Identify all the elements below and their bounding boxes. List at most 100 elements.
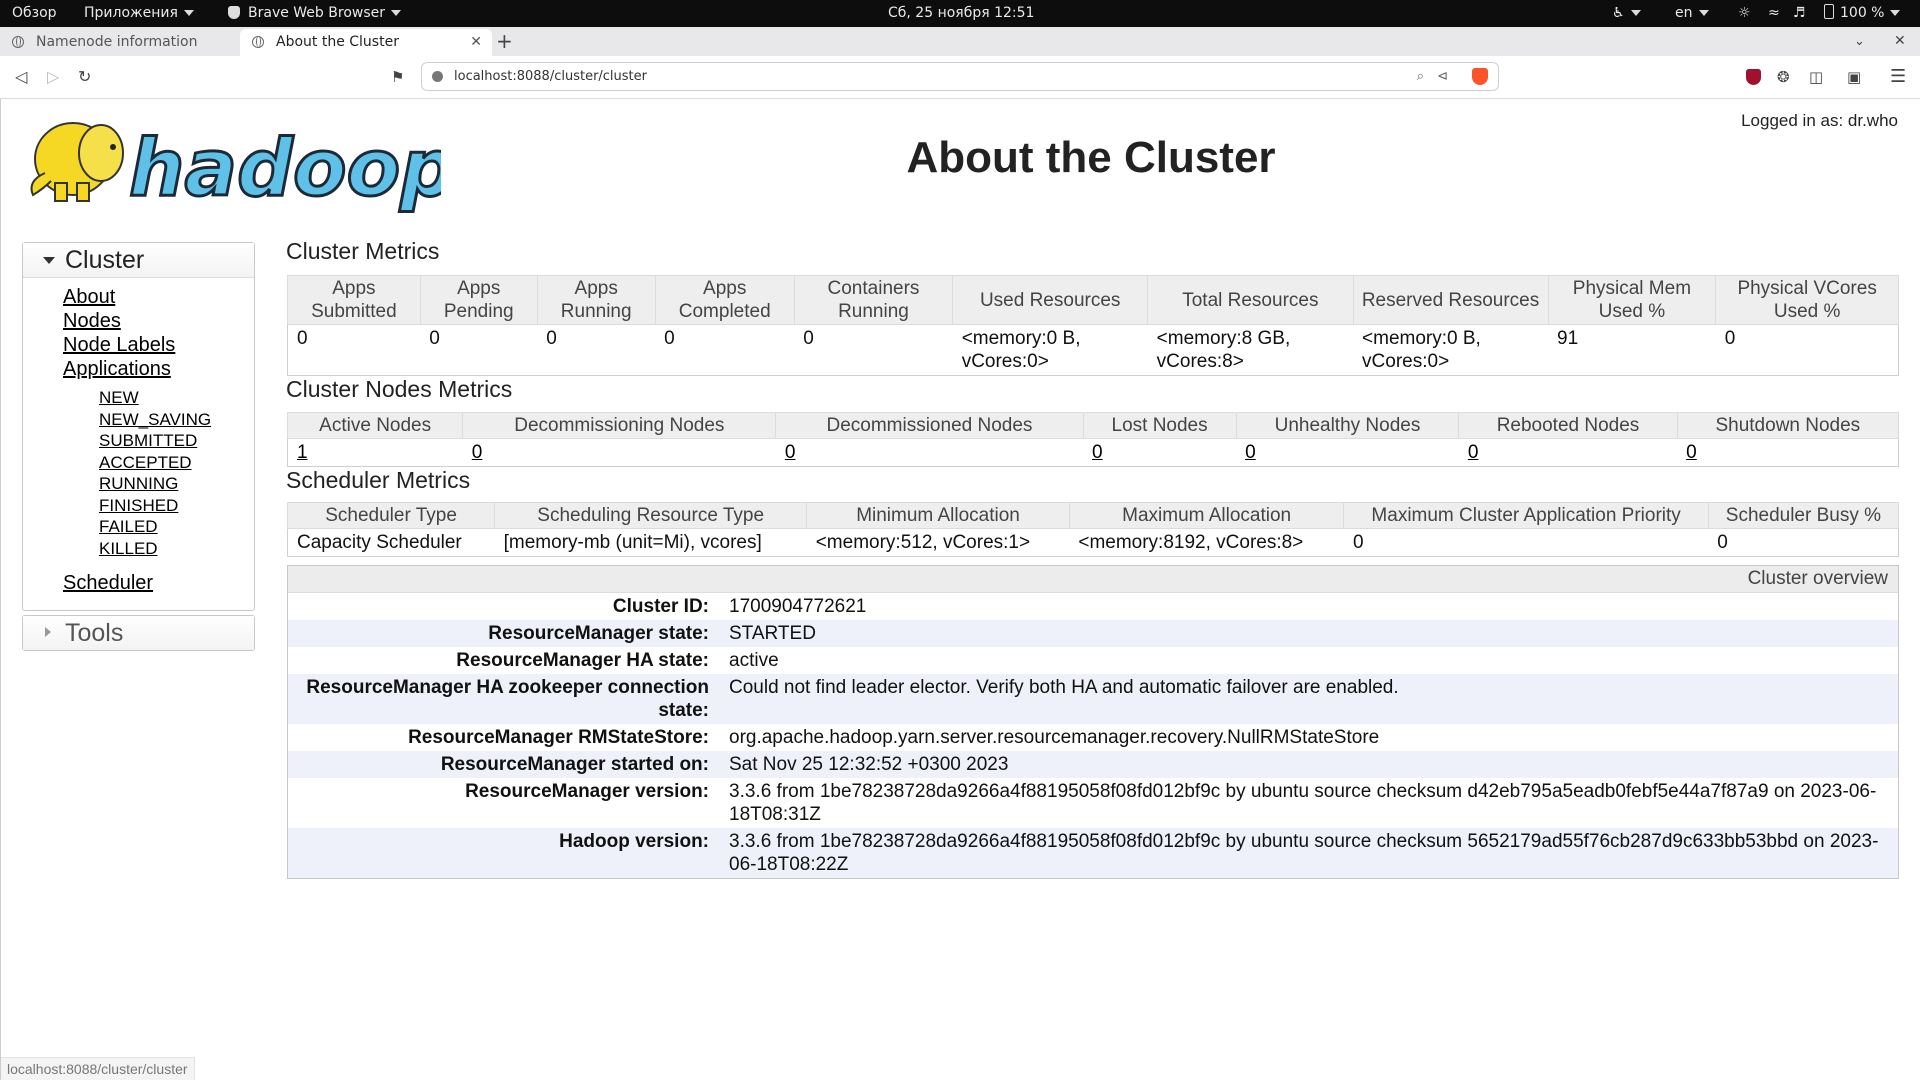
rebooted-nodes-link[interactable]: 0: [1468, 442, 1479, 463]
col-header[interactable]: Maximum Allocation: [1068, 502, 1345, 529]
site-info-icon[interactable]: [432, 71, 443, 82]
language-indicator[interactable]: en: [1675, 0, 1709, 27]
col-header[interactable]: Scheduling Resource Type: [494, 502, 808, 529]
table-cell: 0: [1236, 438, 1459, 467]
tab-label: About the Cluster: [276, 34, 399, 50]
col-header[interactable]: Shutdown Nodes: [1676, 412, 1900, 439]
col-header[interactable]: Apps Submitted: [287, 275, 421, 325]
overview-row: Cluster ID: 1700904772621: [288, 593, 1898, 620]
brightness-icon[interactable]: ☼: [1738, 0, 1751, 27]
col-header[interactable]: Physical VCores Used %: [1715, 275, 1899, 325]
new-tab-button[interactable]: +: [496, 27, 513, 56]
ublock-extension-icon[interactable]: [1746, 69, 1761, 85]
scheduler-metrics-title: Scheduler Metrics: [286, 467, 471, 493]
table-header-row: Scheduler Type Scheduling Resource Type …: [286, 502, 1900, 529]
col-header[interactable]: Physical Mem Used %: [1547, 275, 1717, 325]
nav-app-state-failed[interactable]: FAILED: [23, 516, 254, 538]
table-cell: <memory:512, vCores:1>: [806, 528, 1070, 557]
table-cell: <memory:8 GB, vCores:8>: [1147, 324, 1354, 376]
logged-in-label: Logged in as: dr.who: [1741, 111, 1898, 130]
overview-label: Hadoop version:: [559, 831, 709, 852]
col-header[interactable]: Lost Nodes: [1082, 412, 1237, 439]
col-header[interactable]: Unhealthy Nodes: [1235, 412, 1460, 439]
nav-app-state-killed[interactable]: KILLED: [23, 538, 254, 560]
tab-search-chevron-icon[interactable]: ⌄: [1854, 27, 1865, 56]
battery-indicator[interactable]: 100 %: [1824, 0, 1901, 27]
cluster-overview-panel: Cluster overview Cluster ID: 17009047726…: [287, 565, 1899, 879]
col-header[interactable]: Decommissioning Nodes: [462, 412, 777, 439]
clock[interactable]: Сб, 25 ноября 12:51: [888, 0, 1034, 27]
overview-value: 3.3.6 from 1be78238728da9266a4f88195058f…: [729, 781, 1877, 825]
nodes-metrics-table: Active Nodes Decommissioning Nodes Decom…: [286, 412, 1900, 467]
col-header[interactable]: Used Resources: [952, 275, 1149, 325]
extensions-icon[interactable]: ❂: [1777, 56, 1790, 98]
col-header[interactable]: Containers Running: [793, 275, 954, 325]
col-header[interactable]: Total Resources: [1147, 275, 1354, 325]
back-icon[interactable]: ◁: [15, 56, 27, 98]
decommissioning-nodes-link[interactable]: 0: [472, 442, 483, 463]
browser-app-menu[interactable]: Brave Web Browser: [228, 0, 401, 27]
address-bar[interactable]: localhost:8088/cluster/cluster ⌕ ⊲: [421, 62, 1499, 91]
applications-menu[interactable]: Приложения: [84, 0, 194, 27]
nav-app-state-running[interactable]: RUNNING: [23, 473, 254, 495]
wallet-icon[interactable]: ▣: [1847, 56, 1861, 98]
nav-link-nodes[interactable]: Nodes: [23, 309, 254, 333]
forward-icon[interactable]: ▷: [47, 56, 59, 98]
share-icon[interactable]: ⊲: [1437, 63, 1448, 90]
nav-app-state-submitted[interactable]: SUBMITTED: [23, 430, 254, 452]
table-cell: <memory:0 B, vCores:0>: [1353, 324, 1549, 376]
nav-link-about[interactable]: About: [23, 285, 254, 309]
nav-app-state-new[interactable]: NEW: [23, 387, 254, 409]
overview-label: ResourceManager version:: [465, 781, 709, 802]
col-header[interactable]: Apps Running: [536, 275, 656, 325]
col-header[interactable]: Rebooted Nodes: [1458, 412, 1678, 439]
wifi-icon[interactable]: ≈: [1768, 0, 1780, 27]
nav-link-node-labels[interactable]: Node Labels: [23, 333, 254, 357]
col-header[interactable]: Maximum Cluster Application Priority: [1343, 502, 1709, 529]
active-nodes-link[interactable]: 1: [297, 442, 308, 463]
col-header[interactable]: Apps Pending: [419, 275, 538, 325]
close-tab-icon[interactable]: ✕: [470, 29, 482, 56]
bookmark-icon[interactable]: ⚑: [391, 56, 404, 98]
nav-link-applications[interactable]: Applications: [23, 357, 254, 381]
nav-app-state-new-saving[interactable]: NEW_SAVING: [23, 409, 254, 431]
volume-icon[interactable]: ♬: [1793, 0, 1806, 27]
cluster-overview-table: Cluster ID: 1700904772621 ResourceManage…: [288, 593, 1898, 878]
decommissioned-nodes-link[interactable]: 0: [785, 442, 796, 463]
browser-toolbar: ◁ ▷ ↻ ⚑ localhost:8088/cluster/cluster ⌕…: [0, 56, 1920, 99]
col-header[interactable]: Apps Completed: [654, 275, 795, 325]
nav-app-state-finished[interactable]: FINISHED: [23, 495, 254, 517]
unhealthy-nodes-link[interactable]: 0: [1245, 442, 1256, 463]
cluster-overview-heading: Cluster overview: [288, 566, 1898, 593]
zoom-icon[interactable]: ⌕: [1417, 63, 1424, 90]
col-header[interactable]: Reserved Resources: [1352, 275, 1549, 325]
col-header[interactable]: Scheduler Type: [286, 502, 496, 529]
table-row: 0 0 0 0 0 <memory:0 B, vCores:0> <memory…: [287, 324, 1899, 376]
url-text[interactable]: localhost:8088/cluster/cluster: [454, 63, 647, 90]
tab-about-cluster[interactable]: About the Cluster ✕: [240, 29, 492, 56]
reload-icon[interactable]: ↻: [78, 56, 91, 98]
overview-row: ResourceManager version: 3.3.6 from 1be7…: [288, 778, 1898, 828]
nav-app-state-accepted[interactable]: ACCEPTED: [23, 452, 254, 474]
col-header[interactable]: Minimum Allocation: [806, 502, 1070, 529]
brave-shields-icon[interactable]: [1472, 68, 1488, 85]
menu-icon[interactable]: ☰: [1890, 56, 1906, 98]
tab-namenode[interactable]: Namenode information: [0, 29, 240, 56]
col-header[interactable]: Scheduler Busy %: [1707, 502, 1900, 529]
browser-app-label: Brave Web Browser: [248, 5, 385, 21]
activities-button[interactable]: Обзор: [12, 0, 57, 27]
nav-link-scheduler[interactable]: Scheduler: [23, 571, 254, 595]
nav-cluster-header[interactable]: Cluster: [23, 243, 254, 278]
nav-tools-header[interactable]: Tools: [23, 616, 254, 650]
col-header[interactable]: Active Nodes: [286, 412, 464, 439]
accessibility-icon[interactable]: ♿: [1612, 0, 1641, 27]
shutdown-nodes-link[interactable]: 0: [1686, 442, 1697, 463]
table-cell: [memory-mb (unit=Mi), vcores]: [494, 528, 807, 557]
col-header[interactable]: Decommissioned Nodes: [775, 412, 1084, 439]
lost-nodes-link[interactable]: 0: [1092, 442, 1103, 463]
nav-app-states: NEW NEW_SAVING SUBMITTED ACCEPTED RUNNIN…: [23, 387, 254, 559]
close-window-icon[interactable]: ✕: [1894, 27, 1906, 56]
battery-label: 100 %: [1840, 5, 1885, 21]
system-top-bar: Обзор Приложения Brave Web Browser Сб, 2…: [0, 0, 1920, 27]
sidebar-toggle-icon[interactable]: ◫: [1809, 56, 1823, 98]
